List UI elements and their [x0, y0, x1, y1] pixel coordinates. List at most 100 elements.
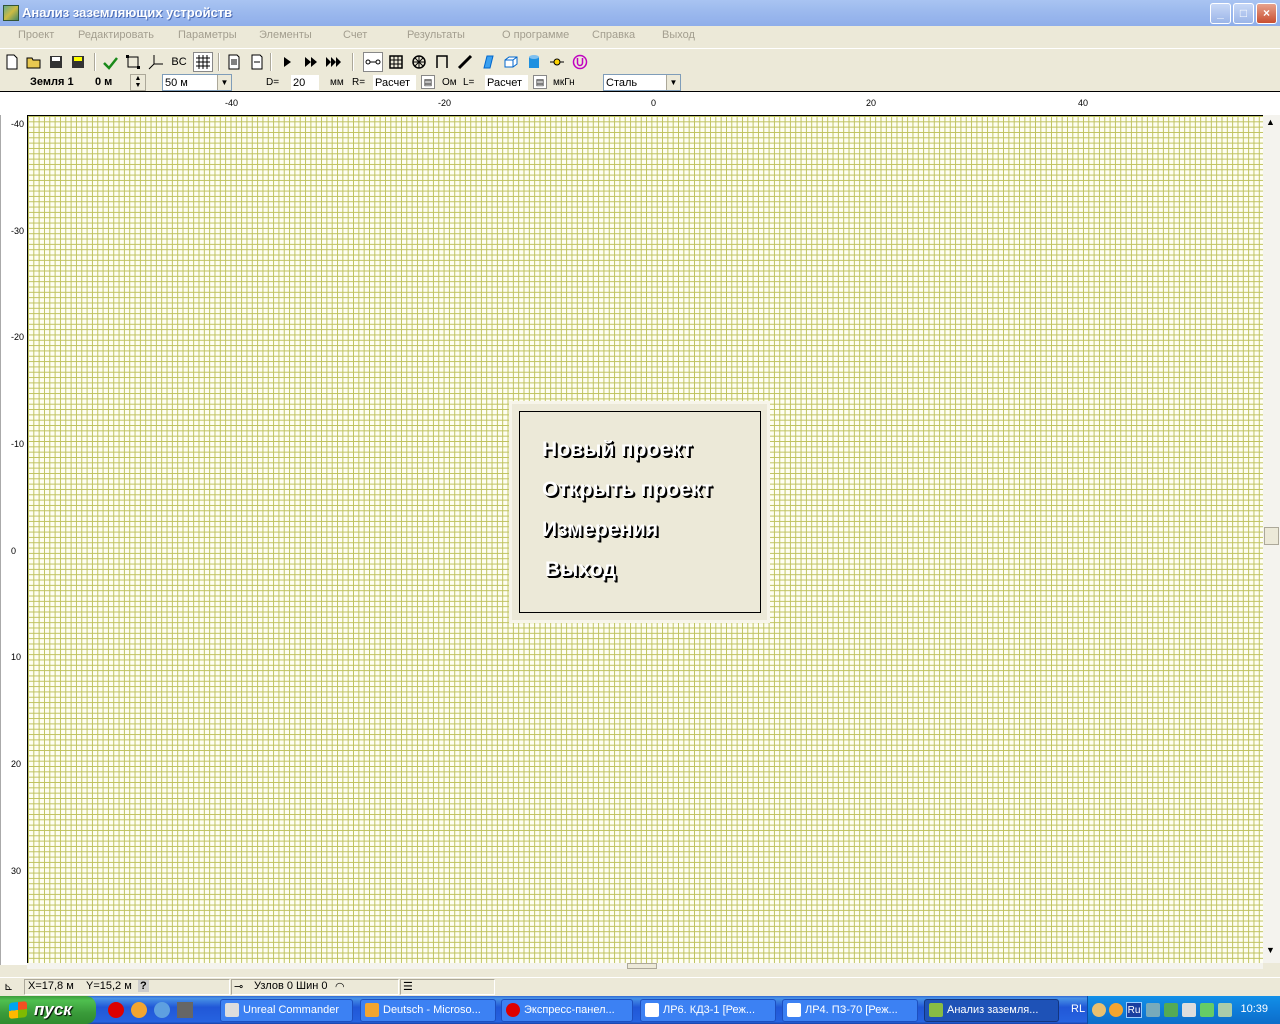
- task-express-panel[interactable]: Экспресс-панел...: [501, 999, 633, 1022]
- commander-icon[interactable]: [177, 1002, 193, 1018]
- bc-button[interactable]: BC: [169, 52, 189, 72]
- d-input[interactable]: 20: [290, 74, 320, 91]
- plate-icon[interactable]: [478, 52, 498, 72]
- chevron-down-icon[interactable]: ▼: [666, 75, 680, 90]
- menu-results[interactable]: Результаты: [407, 29, 465, 41]
- cylinder-icon[interactable]: [524, 52, 544, 72]
- tray-security-icon[interactable]: [1164, 1003, 1178, 1017]
- word-icon: [787, 1003, 801, 1017]
- report-icon[interactable]: [247, 52, 267, 72]
- uh-label: мкГн: [553, 77, 575, 88]
- tray-hardware-icon[interactable]: [1200, 1003, 1214, 1017]
- select-frame-icon[interactable]: [123, 52, 143, 72]
- tray-arrow-icon[interactable]: [1092, 1003, 1106, 1017]
- step-forward-icon[interactable]: [301, 52, 321, 72]
- task-label: ЛР4. ПЗ-70 [Реж...: [805, 1004, 898, 1016]
- opera-icon[interactable]: [108, 1002, 124, 1018]
- ie-icon[interactable]: [154, 1002, 170, 1018]
- headphones-icon: ◠: [335, 981, 345, 993]
- l-calc-icon[interactable]: ▤: [533, 75, 547, 89]
- measurements-button[interactable]: Измерения: [542, 518, 658, 542]
- windows-logo-icon: [9, 1001, 27, 1019]
- box-icon[interactable]: [501, 52, 521, 72]
- taskbar: пуск Unreal Commander Deutsch - Microso.…: [0, 996, 1280, 1024]
- vertical-scrollbar[interactable]: ▲ ▼: [1263, 115, 1280, 963]
- scroll-down-icon[interactable]: ▼: [1266, 945, 1275, 955]
- chevron-down-icon[interactable]: ▼: [217, 75, 231, 90]
- d-label: D=: [266, 77, 280, 88]
- r-input[interactable]: Расчет: [372, 74, 417, 91]
- tray-app-icon[interactable]: [1109, 1003, 1123, 1017]
- l-input[interactable]: Расчет: [484, 74, 529, 91]
- menu-help[interactable]: Справка: [592, 29, 635, 41]
- nodes-count: Узлов 0 Шин 0: [254, 980, 328, 992]
- fast-forward-icon[interactable]: [324, 52, 344, 72]
- task-grounding-analysis[interactable]: Анализ заземля...: [924, 999, 1059, 1022]
- task-unreal-commander[interactable]: Unreal Commander: [220, 999, 353, 1022]
- task-lr6[interactable]: ЛР6. КД3-1 [Реж...: [640, 999, 776, 1022]
- open-folder-icon[interactable]: [24, 52, 44, 72]
- mesh-icon[interactable]: [386, 52, 406, 72]
- word-icon: [645, 1003, 659, 1017]
- task-deutsch[interactable]: Deutsch - Microso...: [360, 999, 496, 1022]
- scroll-thumb[interactable]: [1264, 527, 1279, 545]
- frame-electrode-icon[interactable]: [432, 52, 452, 72]
- rod-icon[interactable]: [455, 52, 475, 72]
- source-icon[interactable]: [547, 52, 567, 72]
- y-tick: -30: [11, 226, 25, 236]
- tray-rl: RL: [1071, 1003, 1086, 1015]
- task-label: ЛР6. КД3-1 [Реж...: [663, 1004, 756, 1016]
- menu-bar: Проект Редактировать Параметры Элементы …: [0, 26, 1280, 47]
- start-button[interactable]: пуск: [0, 996, 96, 1024]
- menu-exit[interactable]: Выход: [662, 29, 695, 41]
- browser-icon[interactable]: [131, 1002, 147, 1018]
- voltage-icon[interactable]: [570, 52, 590, 72]
- x-tick: 40: [1078, 98, 1089, 108]
- play-icon[interactable]: [277, 52, 297, 72]
- y-tick: 0: [11, 546, 17, 556]
- app-icon: [365, 1003, 379, 1017]
- depth-spinner[interactable]: ▲ ▼: [130, 74, 146, 91]
- app-icon: [929, 1003, 943, 1017]
- tray-monitor-icon[interactable]: [1182, 1003, 1196, 1017]
- menu-elements[interactable]: Элементы: [259, 29, 312, 41]
- exit-button[interactable]: Выход: [545, 558, 616, 582]
- y-tick: 10: [11, 652, 22, 662]
- y-tick: -40: [11, 119, 25, 129]
- r-calc-icon[interactable]: ▤: [421, 75, 435, 89]
- menu-parameters[interactable]: Параметры: [178, 29, 237, 41]
- scroll-thumb[interactable]: [627, 963, 657, 969]
- help-icon[interactable]: ?: [138, 980, 149, 992]
- horizontal-ruler: -40 -20 0 20 40: [0, 92, 1280, 115]
- material-combo[interactable]: Сталь ▼: [603, 74, 681, 91]
- add-node-icon[interactable]: [100, 52, 120, 72]
- minimize-button[interactable]: _: [1210, 3, 1231, 24]
- horizontal-scrollbar[interactable]: [27, 963, 1263, 969]
- save-icon[interactable]: [46, 52, 66, 72]
- dialog-frame: Новый проект Открыть проект Измерения Вы…: [519, 411, 761, 613]
- save-as-icon[interactable]: [68, 52, 88, 72]
- close-button[interactable]: ×: [1256, 3, 1277, 24]
- new-project-button[interactable]: Новый проект: [542, 438, 693, 462]
- menu-project[interactable]: Проект: [18, 29, 54, 41]
- task-lr4[interactable]: ЛР4. ПЗ-70 [Реж...: [782, 999, 918, 1022]
- maximize-button[interactable]: □: [1233, 3, 1254, 24]
- app-icon: [225, 1003, 239, 1017]
- open-project-button[interactable]: Открыть проект: [542, 478, 713, 502]
- scroll-up-icon[interactable]: ▲: [1266, 117, 1275, 127]
- start-dialog: Новый проект Открыть проект Измерения Вы…: [512, 404, 767, 620]
- tray-misc-icon[interactable]: [1218, 1003, 1232, 1017]
- new-file-icon[interactable]: [2, 52, 22, 72]
- size-combo[interactable]: 50 м ▼: [162, 74, 232, 91]
- language-indicator[interactable]: Ru: [1126, 1002, 1142, 1018]
- document-icon[interactable]: [224, 52, 244, 72]
- menu-calc[interactable]: Счет: [343, 29, 367, 41]
- grid-icon[interactable]: [193, 52, 213, 72]
- ohm-label: Ом: [442, 77, 457, 88]
- menu-about[interactable]: О программе: [502, 29, 569, 41]
- radial-icon[interactable]: [409, 52, 429, 72]
- wire-tool-icon[interactable]: [363, 52, 383, 72]
- menu-edit[interactable]: Редактировать: [78, 29, 154, 41]
- tray-network-icon[interactable]: [1146, 1003, 1160, 1017]
- axes-icon[interactable]: [146, 52, 166, 72]
